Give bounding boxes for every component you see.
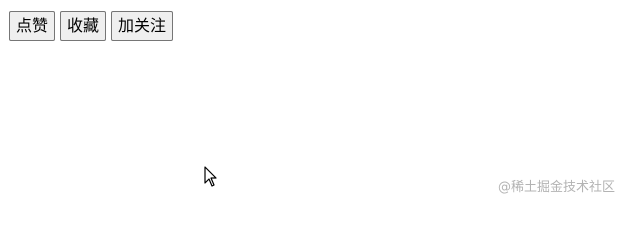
like-button[interactable]: 点赞 [9, 11, 56, 41]
watermark-text: @稀土掘金技术社区 [497, 180, 615, 195]
page: 点赞 收藏 加关注 @稀土掘金技术社区 [0, 0, 624, 200]
follow-button[interactable]: 加关注 [111, 11, 174, 41]
favorite-button[interactable]: 收藏 [60, 11, 107, 41]
button-group: 点赞 收藏 加关注 [9, 11, 174, 41]
mouse-pointer-icon [204, 166, 217, 187]
